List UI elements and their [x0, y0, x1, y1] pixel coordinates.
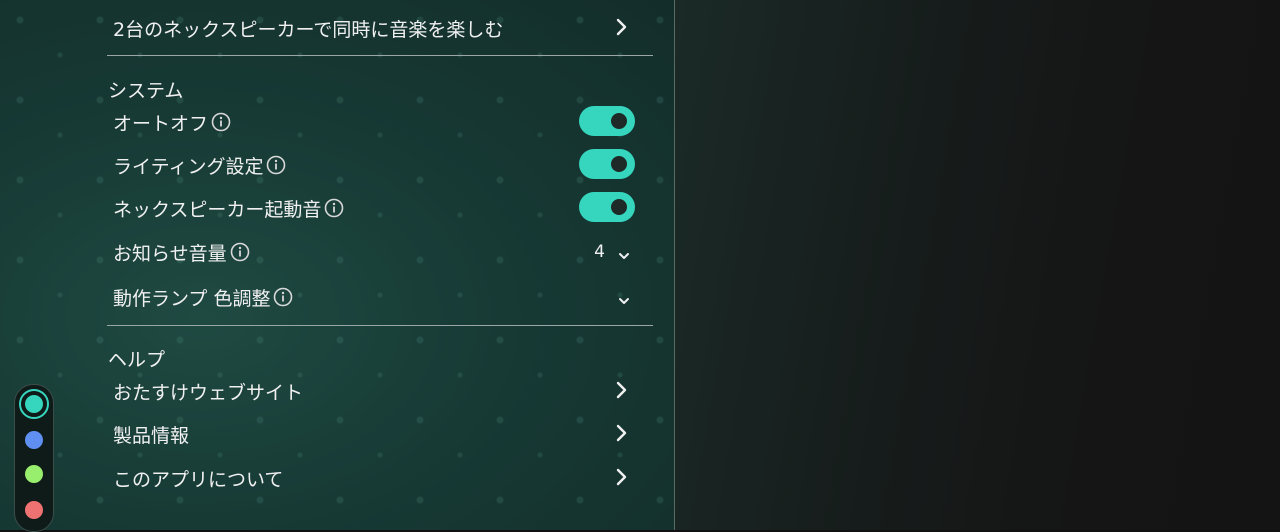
auto-off-item: オートオフ: [113, 104, 647, 140]
settings-panel: 2台のネックスピーカーで同時に音楽を楽しむ システム オートオフ ライティング設…: [0, 0, 674, 532]
lighting-setting-toggle[interactable]: [579, 149, 635, 179]
product-info-item[interactable]: 製品情報: [113, 416, 647, 452]
about-app-label: このアプリについて: [113, 468, 284, 491]
color-swatch-teal[interactable]: [19, 389, 49, 419]
support-website-item[interactable]: おたすけウェブサイト: [113, 373, 647, 409]
notification-volume-label: お知らせ音量: [113, 242, 227, 265]
detail-panel: [675, 0, 1280, 530]
color-swatch-blue[interactable]: [25, 431, 43, 449]
chevron-down-icon[interactable]: [617, 244, 631, 266]
info-icon[interactable]: [324, 198, 344, 218]
chevron-right-icon: [615, 18, 627, 41]
notification-volume-value: 4: [594, 242, 605, 262]
lighting-setting-item: ライティング設定: [113, 147, 647, 183]
auto-off-toggle[interactable]: [579, 106, 635, 136]
auto-off-label: オートオフ: [113, 112, 209, 135]
startup-sound-item: ネックスピーカー起動音: [113, 190, 647, 226]
dual-speaker-item[interactable]: 2台のネックスピーカーで同時に音楽を楽しむ: [113, 10, 647, 46]
theme-color-picker: [14, 384, 54, 532]
info-icon[interactable]: [230, 242, 250, 262]
divider: [107, 55, 653, 56]
product-info-label: 製品情報: [113, 424, 190, 447]
chevron-right-icon: [615, 381, 627, 404]
lamp-color-item[interactable]: 動作ランプ 色調整: [113, 279, 647, 315]
color-swatch-red[interactable]: [25, 501, 43, 519]
lamp-color-label: 動作ランプ 色調整: [113, 287, 271, 310]
about-app-item[interactable]: このアプリについて: [113, 460, 647, 496]
section-title-help: ヘルプ: [108, 349, 166, 371]
color-swatch-green[interactable]: [25, 465, 43, 483]
startup-sound-toggle[interactable]: [579, 192, 635, 222]
chevron-down-icon[interactable]: [617, 289, 631, 311]
toggle-knob: [611, 113, 627, 129]
divider: [107, 325, 653, 326]
lighting-setting-label: ライティング設定: [113, 155, 264, 178]
notification-volume-item[interactable]: お知らせ音量 4: [113, 234, 647, 270]
chevron-right-icon: [615, 468, 627, 491]
info-icon[interactable]: [273, 287, 293, 307]
toggle-knob: [611, 199, 627, 215]
chevron-right-icon: [615, 424, 627, 447]
startup-sound-label: ネックスピーカー起動音: [113, 198, 322, 221]
info-icon[interactable]: [211, 112, 231, 132]
support-website-label: おたすけウェブサイト: [113, 381, 304, 404]
info-icon[interactable]: [266, 155, 286, 175]
section-title-system: システム: [108, 80, 184, 102]
dual-speaker-label: 2台のネックスピーカーで同時に音楽を楽しむ: [113, 18, 504, 41]
toggle-knob: [611, 156, 627, 172]
